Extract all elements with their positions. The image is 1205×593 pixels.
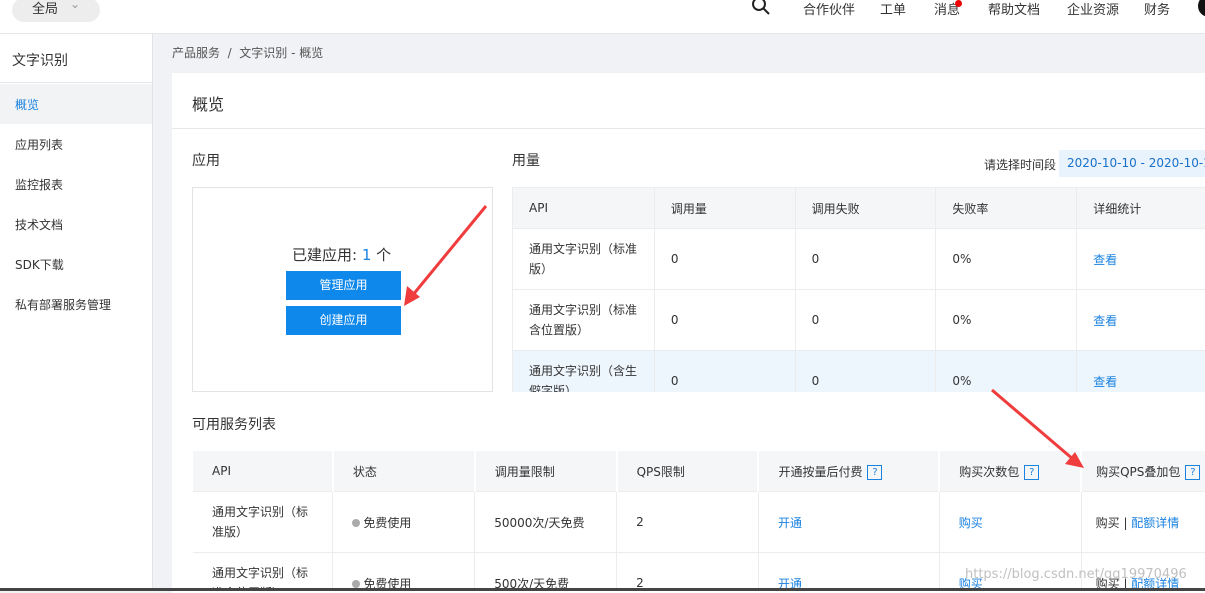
sidebar-item-app-list[interactable]: 应用列表 [15,136,63,153]
nav-help-docs[interactable]: 帮助文档 [988,0,1040,18]
failure-rate: 0% [936,290,1077,351]
call-limit: 500次/天免费 [475,553,617,592]
column-header: 调用失败 [795,188,936,229]
qps-limit: 2 [617,492,759,553]
status-dot [352,580,360,588]
sidebar-item-monitoring[interactable]: 监控报表 [15,176,63,193]
help-icon[interactable]: ? [1185,465,1200,480]
message-badge-dot [955,0,962,7]
buy-qps-link[interactable]: 购买 [1096,516,1120,530]
table-row: 通用文字识别（含生僻字版） 0 0 0% 查看 [513,351,1205,393]
api-name: 通用文字识别（标准版） [513,229,655,290]
call-failures: 0 [795,290,936,351]
usage-table-header: API 调用量 调用失败 失败率 详细统计 [513,188,1205,229]
column-header-with-help: 购买QPS叠加包? [1081,451,1205,492]
card-divider [172,128,1205,129]
avatar[interactable] [1198,0,1205,17]
services-table-header: API 状态 调用量限制 QPS限制 开通按量后付费? 购买次数包? 购买QPS… [193,451,1205,492]
column-header: 购买QPS叠加包 [1096,465,1180,479]
page-title: 概览 [192,91,224,115]
breadcrumb: 产品服务 / 文字识别 - 概览 [172,44,323,61]
search-icon[interactable] [751,0,771,16]
watermark: https://blog.csdn.net/qq19970496 [965,567,1187,582]
column-header: QPS限制 [617,451,759,492]
column-header-with-help: 开通按量后付费? [758,451,939,492]
column-header: 状态 [333,451,475,492]
app-count-suffix: 个 [371,246,391,264]
create-app-button[interactable]: 创建应用 [286,306,401,335]
sidebar-item-sdk-download[interactable]: SDK下载 [15,256,64,273]
sidebar-item-overview[interactable]: 概览 [15,96,39,113]
usage-table-viewport[interactable]: API 调用量 调用失败 失败率 详细统计 通用文字识别（标准版） 0 0 0%… [512,187,1205,392]
call-count: 0 [654,290,795,351]
failure-rate: 0% [936,351,1077,393]
qps-limit: 2 [617,553,759,592]
nav-tickets[interactable]: 工单 [880,0,906,18]
sidebar-title: 文字识别 [12,50,68,70]
date-range-picker[interactable]: 2020-10-10 - 2020-10-10 [1059,150,1205,177]
sidebar-divider [0,82,152,83]
nav-partners[interactable]: 合作伙伴 [803,0,855,18]
table-row: 通用文字识别（标准版） 免费使用 50000次/天免费 2 开通 购买 购买 |… [193,492,1205,553]
quota-detail-link[interactable]: 配额详情 [1131,516,1179,530]
sidebar-item-tech-docs[interactable]: 技术文档 [15,216,63,233]
column-header-with-help: 购买次数包? [939,451,1081,492]
scope-selector[interactable]: 全局 ⌄ [12,0,100,22]
view-stats-link[interactable]: 查看 [1093,375,1117,389]
nav-finance[interactable]: 财务 [1144,0,1170,18]
api-name: 通用文字识别（含生僻字版） [513,351,655,393]
buy-pack-link[interactable]: 购买 [959,516,983,530]
table-row: 通用文字识别（标准版） 0 0 0% 查看 [513,229,1205,290]
help-icon[interactable]: ? [1024,465,1039,480]
call-count: 0 [654,229,795,290]
call-failures: 0 [795,229,936,290]
view-stats-link[interactable]: 查看 [1093,314,1117,328]
scope-label: 全局 [32,0,58,17]
app-count: 已建应用: 1 个 [292,244,391,265]
sidebar-item-private-deploy[interactable]: 私有部署服务管理 [15,296,111,313]
enable-postpaid-link[interactable]: 开通 [778,516,802,530]
column-header: API [513,188,655,229]
separator: | [1120,516,1132,530]
api-name: 通用文字识别（标准含位置版） [193,553,333,592]
table-row: 通用文字识别（标准含位置版） 0 0 0% 查看 [513,290,1205,351]
call-limit: 50000次/天免费 [475,492,617,553]
manage-apps-button[interactable]: 管理应用 [286,271,401,300]
column-header: 开通按量后付费 [778,465,862,479]
api-name: 通用文字识别（标准含位置版） [513,290,655,351]
status-dot [352,519,360,527]
status-text: 免费使用 [363,516,411,530]
column-header: 调用量限制 [475,451,617,492]
column-header: 详细统计 [1077,188,1205,229]
view-stats-link[interactable]: 查看 [1093,253,1117,267]
date-range-label: 请选择时间段 [984,156,1056,173]
column-header: API [193,451,333,492]
column-header: 调用量 [654,188,795,229]
app-count-number[interactable]: 1 [362,246,372,264]
call-count: 0 [654,351,795,393]
apps-section-title: 应用 [192,150,220,170]
nav-enterprise[interactable]: 企业资源 [1067,0,1119,18]
failure-rate: 0% [936,229,1077,290]
top-bar: 全局 ⌄ 合作伙伴 工单 消息 帮助文档 企业资源 财务 [0,0,1205,34]
api-name: 通用文字识别（标准版） [193,492,333,553]
chevron-down-icon: ⌄ [70,0,80,11]
call-failures: 0 [795,351,936,393]
usage-section-title: 用量 [512,150,540,170]
column-header: 购买次数包 [959,465,1019,479]
usage-table: API 调用量 调用失败 失败率 详细统计 通用文字识别（标准版） 0 0 0%… [512,187,1205,392]
app-count-prefix: 已建应用: [292,246,362,264]
help-icon[interactable]: ? [867,465,882,480]
services-section-title: 可用服务列表 [192,414,276,434]
column-header: 失败率 [936,188,1077,229]
